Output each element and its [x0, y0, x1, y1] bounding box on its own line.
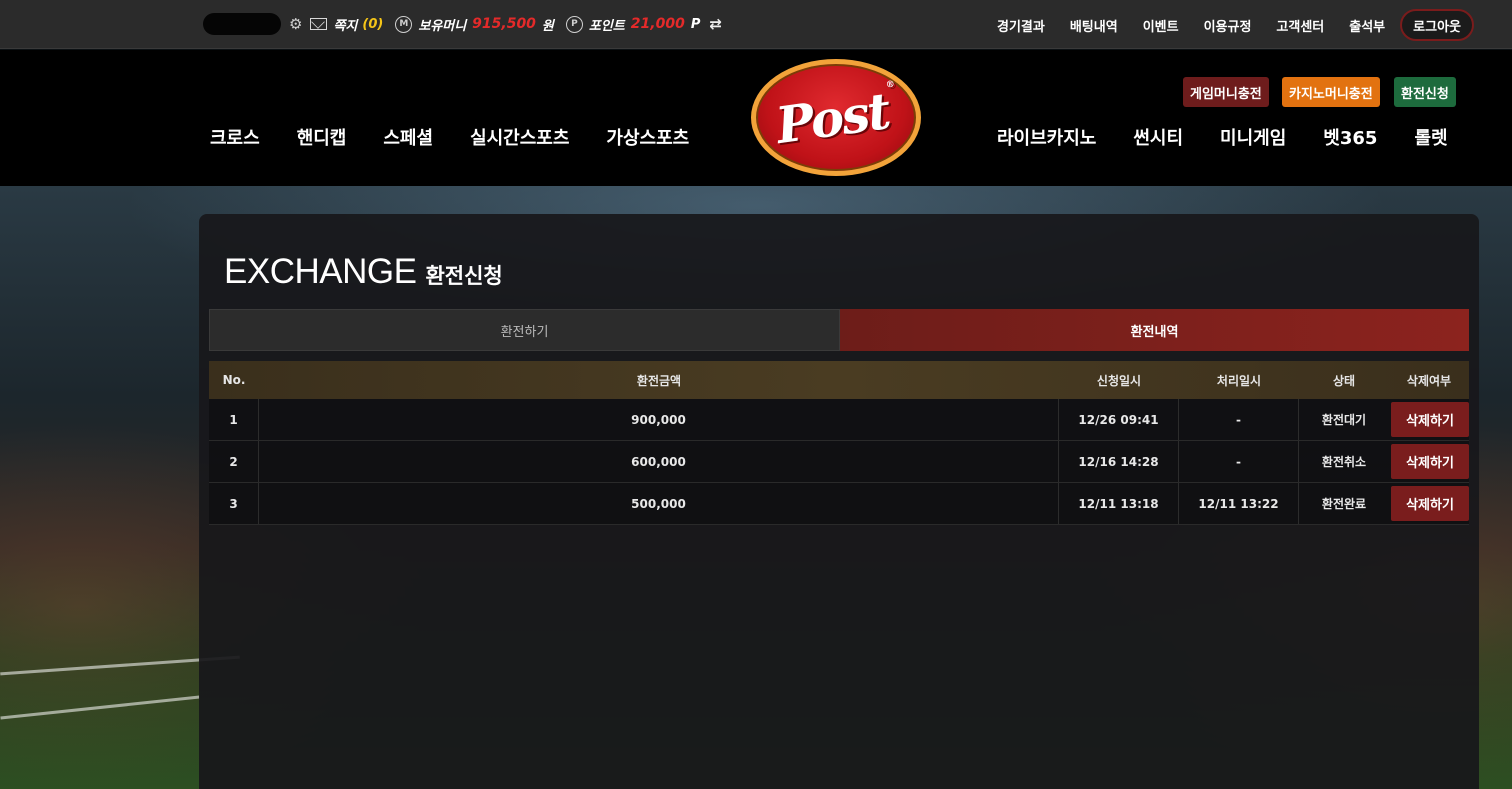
money-unit: 원	[541, 18, 554, 34]
points-p-icon: P	[565, 15, 583, 33]
page-title-ko: 환전신청	[425, 264, 503, 288]
cell-no: 1	[209, 399, 259, 440]
user-info: ⚙ 쪽지 (0) M 보유머니 915,500 원 P 포인트 21,000 P…	[203, 13, 722, 35]
cell-status: 환전대기	[1321, 413, 1367, 427]
nav-live-sports[interactable]: 실시간스포츠	[470, 124, 569, 150]
nav-roulette[interactable]: 롤렛	[1414, 124, 1447, 150]
cell-status: 환전완료	[1321, 497, 1367, 511]
nav-live-casino[interactable]: 라이브카지노	[997, 124, 1096, 150]
cell-requested: 12/26 09:41	[1059, 399, 1179, 440]
cell-status: 환전취소	[1321, 455, 1367, 469]
messages-label[interactable]: 쪽지	[333, 15, 357, 34]
site-logo[interactable]: Post®	[751, 59, 921, 176]
top-link-attendance[interactable]: 출석부	[1349, 16, 1385, 35]
header-status: 상태	[1332, 373, 1356, 388]
money-value: 915,500	[472, 16, 536, 32]
tab-exchange[interactable]: 환전하기	[209, 309, 840, 351]
money-label: 보유머니	[418, 18, 467, 34]
cell-processed: -	[1179, 441, 1299, 482]
cell-delete: 삭제하기	[1389, 483, 1469, 524]
main-header: 크로스 핸디캡 스페셜 실시간스포츠 가상스포츠 Post® 라이브카지노 썬시…	[0, 50, 1512, 186]
cell-amount: 900,000	[259, 399, 1059, 440]
gear-icon[interactable]: ⚙	[289, 15, 302, 33]
mail-icon[interactable]	[310, 18, 328, 30]
page-title: EXCHANGE 환전신청	[224, 252, 503, 292]
table-row: 3 500,000 12/11 13:18 12/11 13:22 환전완료 삭…	[209, 483, 1469, 525]
top-link-rules[interactable]: 이용규정	[1204, 16, 1252, 35]
nav-bet365[interactable]: 벳365	[1323, 124, 1377, 150]
points-unit: P	[690, 16, 701, 32]
header-no: No.	[222, 373, 246, 387]
game-money-charge-button[interactable]: 게임머니충전	[1183, 77, 1269, 107]
page-title-en: EXCHANGE	[224, 252, 417, 291]
nav-special[interactable]: 스페셜	[383, 124, 433, 150]
nav-handicap[interactable]: 핸디캡	[297, 124, 347, 150]
username-redacted	[203, 13, 281, 35]
points-value: 21,000	[630, 16, 685, 32]
cell-requested: 12/11 13:18	[1059, 483, 1179, 524]
delete-button[interactable]: 삭제하기	[1391, 486, 1469, 521]
exchange-panel: EXCHANGE 환전신청 환전하기 환전내역 No. 환전금액 신청일시 처리…	[199, 214, 1479, 789]
exchange-request-button[interactable]: 환전신청	[1394, 77, 1456, 107]
cell-delete: 삭제하기	[1389, 441, 1469, 482]
casino-money-charge-button[interactable]: 카지노머니충전	[1282, 77, 1380, 107]
money-m-icon: M	[395, 15, 413, 33]
top-link-support[interactable]: 고객센터	[1276, 16, 1324, 35]
table-row: 2 600,000 12/16 14:28 - 환전취소 삭제하기	[209, 441, 1469, 483]
top-link-results[interactable]: 경기결과	[997, 16, 1045, 35]
logo-text: Post®	[772, 79, 894, 156]
tab-exchange-history[interactable]: 환전내역	[840, 309, 1469, 351]
main-nav-left: 크로스 핸디캡 스페셜 실시간스포츠 가상스포츠	[210, 124, 726, 150]
cell-processed: 12/11 13:22	[1179, 483, 1299, 524]
logout-button[interactable]: 로그아웃	[1400, 9, 1474, 41]
cell-amount: 600,000	[259, 441, 1059, 482]
header-delete: 삭제여부	[1406, 373, 1452, 388]
nav-suncity[interactable]: 썬시티	[1133, 124, 1183, 150]
top-bar: ⚙ 쪽지 (0) M 보유머니 915,500 원 P 포인트 21,000 P…	[0, 0, 1512, 49]
nav-cross[interactable]: 크로스	[210, 124, 260, 150]
header-amount: 환전금액	[636, 373, 682, 388]
delete-button[interactable]: 삭제하기	[1391, 444, 1469, 479]
exchange-tabs: 환전하기 환전내역	[209, 309, 1469, 351]
cell-processed: -	[1179, 399, 1299, 440]
messages-count[interactable]: (0)	[362, 17, 383, 32]
cell-delete: 삭제하기	[1389, 399, 1469, 440]
top-nav: 경기결과 배팅내역 이벤트 이용규정 고객센터 출석부 로그아웃	[972, 9, 1474, 41]
cell-no: 2	[209, 441, 259, 482]
cell-amount: 500,000	[259, 483, 1059, 524]
header-requested: 신청일시	[1096, 373, 1142, 388]
main-nav-right: 라이브카지노 썬시티 미니게임 벳365 롤렛	[997, 124, 1485, 150]
points-label: 포인트	[588, 18, 625, 34]
header-processed: 처리일시	[1216, 373, 1262, 388]
nav-minigame[interactable]: 미니게임	[1220, 124, 1286, 150]
top-link-events[interactable]: 이벤트	[1143, 16, 1179, 35]
refresh-icon[interactable]: ⇄	[709, 15, 722, 33]
exchange-history-table: No. 환전금액 신청일시 처리일시 상태 삭제여부 1 900,000 12/…	[209, 361, 1469, 525]
table-header: No. 환전금액 신청일시 처리일시 상태 삭제여부	[209, 361, 1469, 399]
cell-requested: 12/16 14:28	[1059, 441, 1179, 482]
nav-virtual-sports[interactable]: 가상스포츠	[606, 124, 689, 150]
table-row: 1 900,000 12/26 09:41 - 환전대기 삭제하기	[209, 399, 1469, 441]
top-link-bet-history[interactable]: 배팅내역	[1070, 16, 1118, 35]
cell-no: 3	[209, 483, 259, 524]
delete-button[interactable]: 삭제하기	[1391, 402, 1469, 437]
